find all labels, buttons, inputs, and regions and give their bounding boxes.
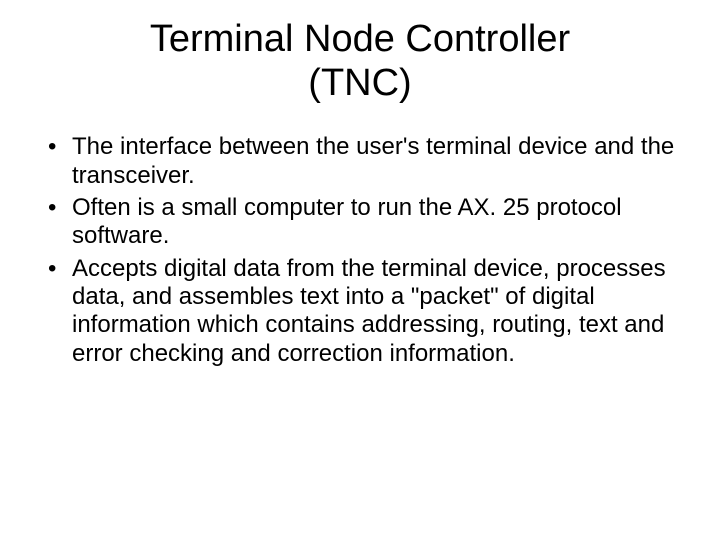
list-item: Accepts digital data from the terminal d… xyxy=(46,255,680,368)
list-item: The interface between the user's termina… xyxy=(46,133,680,190)
bullet-text: Often is a small computer to run the AX.… xyxy=(72,194,622,249)
title-line-2: (TNC) xyxy=(308,62,411,104)
slide-title: Terminal Node Controller (TNC) xyxy=(40,18,680,105)
slide: Terminal Node Controller (TNC) The inter… xyxy=(0,0,720,540)
bullet-text: Accepts digital data from the terminal d… xyxy=(72,255,666,367)
list-item: Often is a small computer to run the AX.… xyxy=(46,194,680,251)
bullet-list: The interface between the user's termina… xyxy=(40,133,680,368)
title-line-1: Terminal Node Controller xyxy=(150,18,570,60)
bullet-text: The interface between the user's termina… xyxy=(72,133,674,188)
